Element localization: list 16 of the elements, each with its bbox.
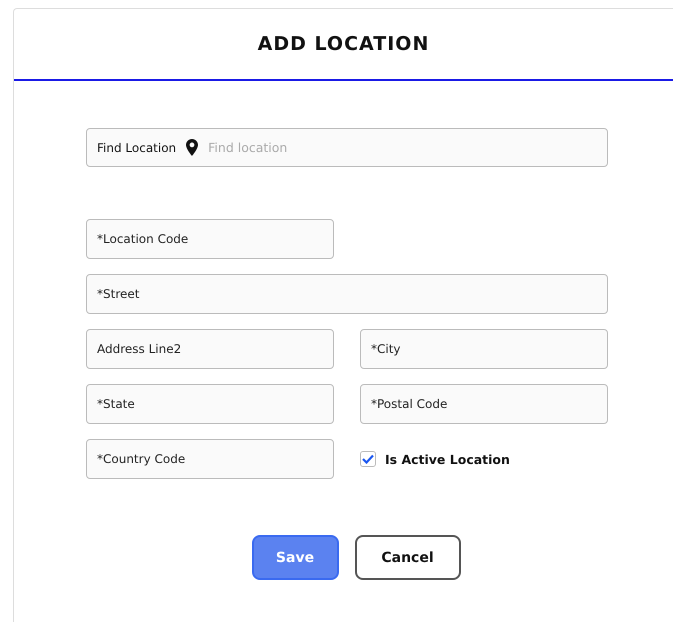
- checkbox[interactable]: [360, 451, 376, 467]
- find-location-field[interactable]: Find Location Find location: [86, 128, 608, 167]
- map-pin-icon: [186, 139, 198, 156]
- dialog-title: ADD LOCATION: [258, 33, 430, 55]
- save-button[interactable]: Save: [252, 535, 338, 580]
- text-field[interactable]: *Country Code: [86, 439, 334, 479]
- cancel-button[interactable]: Cancel: [354, 535, 460, 580]
- text-field[interactable]: Address Line2: [86, 329, 334, 369]
- checkbox-label: Is Active Location: [385, 452, 510, 466]
- find-location-input[interactable]: Find location: [208, 140, 597, 155]
- find-location-label: Find Location: [97, 140, 176, 154]
- text-field[interactable]: *Street: [86, 274, 608, 314]
- text-field[interactable]: *City: [360, 329, 608, 369]
- text-field[interactable]: *State: [86, 384, 334, 424]
- text-field[interactable]: *Postal Code: [360, 384, 608, 424]
- text-field[interactable]: *Location Code: [86, 219, 334, 259]
